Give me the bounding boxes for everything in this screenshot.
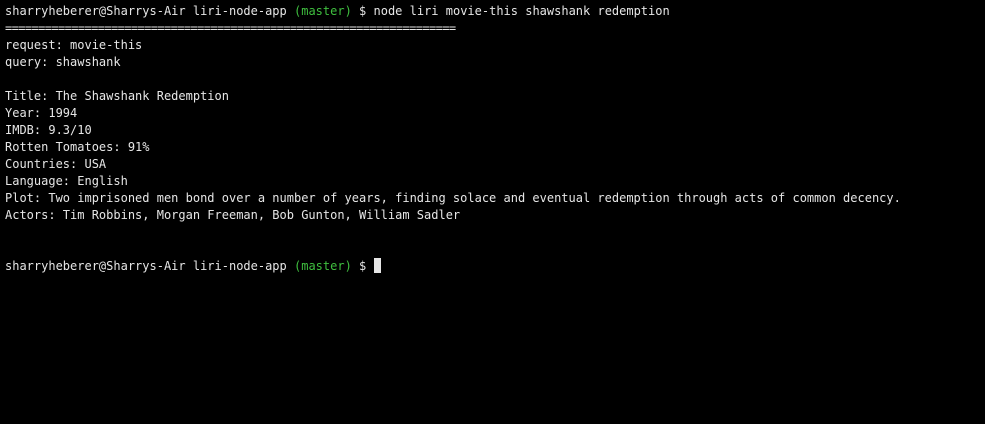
output-imdb: IMDB: 9.3/10 xyxy=(5,123,92,137)
output-rotten-tomatoes: Rotten Tomatoes: 91% xyxy=(5,140,150,154)
prompt-branch: (master) xyxy=(294,4,352,18)
output-query: query: shawshank xyxy=(5,55,121,69)
prompt-branch: (master) xyxy=(294,259,352,273)
terminal-window[interactable]: sharryheberer@Sharrys-Air liri-node-app … xyxy=(0,0,985,424)
command-text: node liri movie-this shawshank redemptio… xyxy=(373,4,670,18)
prompt-user-host-dir: sharryheberer@Sharrys-Air liri-node-app xyxy=(5,259,287,273)
text-cursor[interactable] xyxy=(373,258,381,273)
active-prompt-line[interactable]: sharryheberer@Sharrys-Air liri-node-app … xyxy=(5,258,985,275)
output-countries: Countries: USA xyxy=(5,157,107,171)
prompt-symbol: $ xyxy=(359,4,367,18)
output-request: request: movie-this xyxy=(5,38,143,52)
command-line: sharryheberer@Sharrys-Air liri-node-app … xyxy=(5,3,985,20)
output-plot: Plot: Two imprisoned men bond over a num… xyxy=(5,191,901,205)
output-language: Language: English xyxy=(5,174,128,188)
output-actors: Actors: Tim Robbins, Morgan Freeman, Bob… xyxy=(5,208,461,222)
output-year: Year: 1994 xyxy=(5,106,78,120)
prompt-user-host-dir: sharryheberer@Sharrys-Air liri-node-app xyxy=(5,4,287,18)
separator-line: ========================================… xyxy=(5,21,456,35)
prompt-symbol: $ xyxy=(359,259,367,273)
output-blank xyxy=(5,71,985,88)
output-title: Title: The Shawshank Redemption xyxy=(5,89,229,103)
